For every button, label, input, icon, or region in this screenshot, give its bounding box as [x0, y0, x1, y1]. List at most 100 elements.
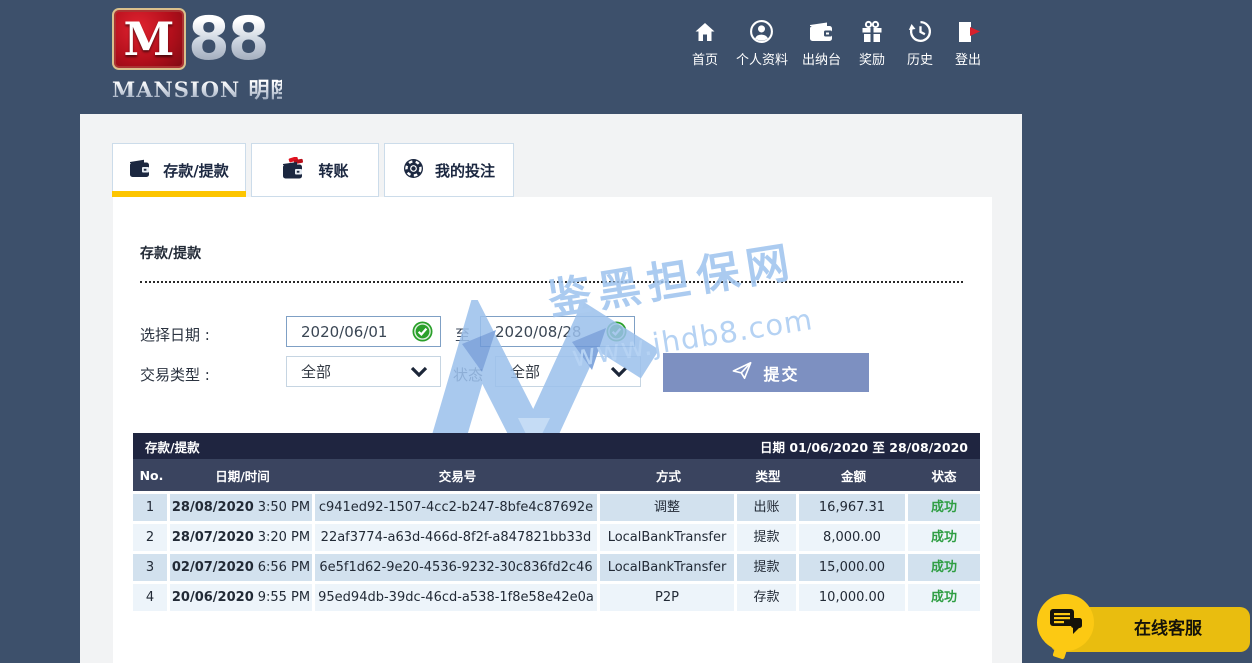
tab-label: 存款/提款 [163, 160, 228, 181]
table-title-bar: 存款/提款 日期 01/06/2020 至 28/08/2020 [133, 433, 980, 459]
cell-time: 3:50 PM [258, 500, 310, 515]
cell-type: 提款 [737, 554, 799, 581]
logo-m-letter: M [124, 16, 175, 62]
cell-amount: 15,000.00 [799, 554, 908, 581]
table-row: 4 20/06/20209:55 PM 95ed94db-39dc-46cd-a… [133, 584, 980, 611]
cell-no: 2 [133, 524, 170, 551]
transaction-type-select[interactable]: 全部 [286, 356, 441, 387]
cell-txn: c941ed92-1507-4cc2-b247-8bfe4c87692e [315, 494, 600, 521]
cell-txn: 22af3774-a63d-466d-8f2f-a847821bb33d [315, 524, 600, 551]
top-header: M 88 MANSION 明陞 首页 [0, 0, 1252, 113]
chat-icon [1049, 607, 1083, 639]
col-header-datetime: 日期/时间 [170, 466, 315, 485]
cell-amount: 16,967.31 [799, 494, 908, 521]
status-select[interactable]: 全部 [495, 356, 641, 387]
top-nav: 首页 个人资料 [688, 18, 985, 68]
col-header-type: 类型 [737, 466, 799, 485]
wallet-icon [808, 18, 835, 45]
col-header-no: No. [133, 468, 170, 483]
cell-status: 成功 [908, 524, 980, 551]
nav-item-logout[interactable]: 登出 [951, 18, 985, 68]
date-filter-label: 选择日期 : [140, 324, 210, 345]
valid-check-icon [412, 321, 433, 342]
table-row: 3 02/07/2020 6:56 PM 6e5f1d62-9e20-4536-9… [133, 554, 980, 581]
chevron-down-icon [610, 362, 628, 381]
nav-label: 登出 [955, 49, 981, 68]
logo-mansion-text: MANSION 明陞 [112, 74, 282, 104]
status-filter-label: 状态 [453, 364, 483, 385]
nav-label: 出纳台 [802, 49, 841, 68]
col-header-txn: 交易号 [315, 466, 600, 485]
tab-my-bets[interactable]: 我的投注 [384, 143, 514, 197]
date-from-field[interactable] [286, 316, 441, 347]
cell-datetime: 28/08/2020 3:50 PM [170, 494, 315, 521]
table-row: 2 28/07/2020 3:20 PM 22af3774-a63d-466d-8… [133, 524, 980, 551]
cell-amount: 10,000.00 [799, 584, 908, 611]
date-to-field[interactable] [480, 316, 635, 347]
nav-item-cashier[interactable]: 出纳台 [802, 18, 841, 68]
cell-status: 成功 [908, 554, 980, 581]
table-title: 存款/提款 [145, 437, 200, 456]
cell-no: 1 [133, 494, 170, 521]
tab-transfer[interactable]: 转账 [251, 143, 379, 197]
chat-bubble-button[interactable] [1037, 594, 1094, 651]
select-value: 全部 [510, 361, 610, 382]
m88-logo[interactable]: M 88 MANSION 明陞 [112, 8, 282, 104]
nav-item-home[interactable]: 首页 [688, 18, 722, 68]
nav-item-profile[interactable]: 个人资料 [736, 18, 788, 68]
cell-date: 20/06/2020 [172, 590, 254, 605]
profile-icon [748, 18, 775, 45]
cell-type: 存款 [737, 584, 799, 611]
cell-method: 调整 [600, 494, 737, 521]
cell-type: 提款 [737, 524, 799, 551]
cell-method: P2P [600, 584, 737, 611]
nav-label: 历史 [907, 49, 933, 68]
cell-txn: 6e5f1d62-9e20-4536-9232-30c836fd2c46 [315, 554, 600, 581]
tab-deposit-withdrawal[interactable]: 存款/提款 [112, 143, 246, 197]
poker-chip-icon [403, 158, 424, 183]
cell-datetime: 28/07/2020 3:20 PM [170, 524, 315, 551]
col-header-amount: 金额 [799, 466, 908, 485]
home-icon [691, 18, 718, 45]
cell-status: 成功 [908, 584, 980, 611]
cell-date: 28/08/2020 [172, 500, 254, 515]
type-filter-label: 交易类型 : [140, 364, 210, 385]
cell-amount: 8,000.00 [799, 524, 908, 551]
tab-label: 转账 [318, 160, 348, 181]
nav-label: 个人资料 [736, 49, 788, 68]
cell-time: 9:55 PM [258, 590, 310, 605]
submit-button[interactable]: 提交 [663, 353, 869, 392]
nav-item-rewards[interactable]: 奖励 [855, 18, 889, 68]
paper-plane-icon [732, 361, 752, 384]
logout-door-icon [955, 18, 982, 45]
cell-datetime: 02/07/2020 6:56 PM [170, 554, 315, 581]
dotted-separator [140, 281, 963, 283]
gift-icon [859, 18, 886, 45]
cell-date: 02/07/2020 [172, 560, 254, 575]
col-header-method: 方式 [600, 466, 737, 485]
history-clock-icon [907, 18, 934, 45]
cell-no: 4 [133, 584, 170, 611]
select-value: 全部 [301, 361, 410, 382]
chevron-down-icon [410, 362, 428, 381]
col-header-status: 状态 [908, 466, 980, 485]
tab-label: 我的投注 [435, 160, 495, 181]
valid-check-icon [606, 321, 627, 342]
tab-bar: 存款/提款 转账 [112, 143, 514, 197]
cell-no: 3 [133, 554, 170, 581]
logo-top: M 88 [112, 8, 282, 70]
submit-label: 提交 [763, 361, 799, 385]
cell-status: 成功 [908, 494, 980, 521]
nav-item-history[interactable]: 历史 [903, 18, 937, 68]
cell-time: 6:56 PM [258, 560, 310, 575]
deposit-withdrawal-panel: 存款/提款 选择日期 : 至 [113, 197, 992, 663]
transactions-table: 存款/提款 日期 01/06/2020 至 28/08/2020 No. 日期/… [133, 433, 980, 611]
cell-time: 3:20 PM [258, 530, 310, 545]
table-date-range: 日期 01/06/2020 至 28/08/2020 [760, 437, 968, 456]
nav-label: 奖励 [859, 49, 885, 68]
cell-date: 28/07/2020 [172, 530, 254, 545]
table-row: 1 28/08/2020 3:50 PM c941ed92-1507-4cc2-b… [133, 494, 980, 521]
deposit-wallet-icon [129, 159, 152, 182]
page: M 88 MANSION 明陞 首页 [0, 0, 1252, 663]
logo-m-emblem: M [112, 8, 186, 70]
